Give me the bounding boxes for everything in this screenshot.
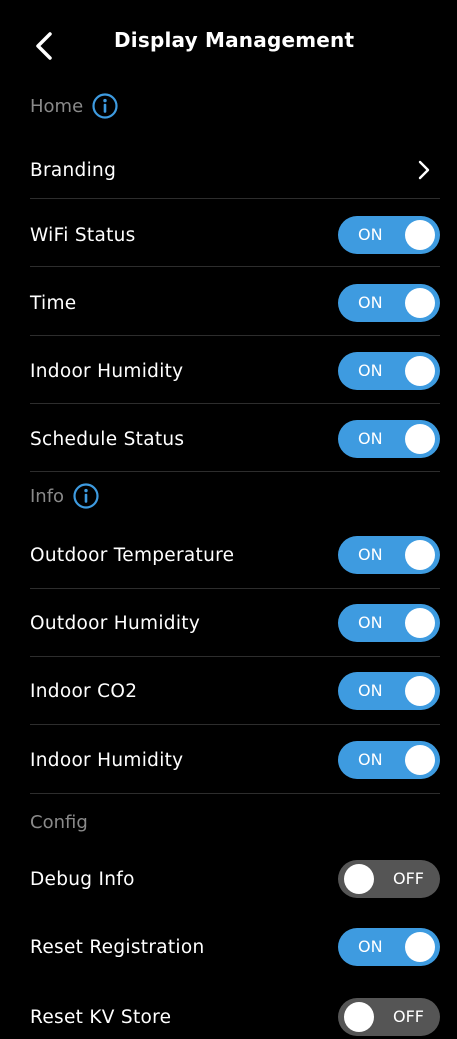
toggle-knob	[405, 608, 435, 638]
section-header-home: Home	[30, 86, 118, 126]
setting-label: Outdoor Temperature	[30, 544, 235, 566]
toggle-switch[interactable]: ON	[338, 284, 440, 322]
toggle-switch[interactable]: ON	[338, 672, 440, 710]
setting-label: Indoor CO2	[30, 680, 138, 702]
toggle-knob	[405, 676, 435, 706]
toggle-switch[interactable]: OFF	[338, 998, 440, 1036]
toggle-knob	[405, 932, 435, 962]
section-label-home: Home	[30, 95, 84, 117]
toggle-state: ON	[358, 681, 383, 700]
toggle-switch[interactable]: ON	[338, 536, 440, 574]
setting-label: Schedule Status	[30, 428, 185, 450]
toggle-knob	[344, 1002, 374, 1032]
toggle-state: ON	[358, 429, 383, 448]
toggle-switch[interactable]: ON	[338, 216, 440, 254]
divider	[30, 656, 440, 657]
chevron-right-icon[interactable]	[414, 159, 434, 181]
toggle-switch[interactable]: ON	[338, 352, 440, 390]
toggle-knob	[405, 356, 435, 386]
toggle-state: ON	[358, 545, 383, 564]
toggle-knob	[405, 424, 435, 454]
toggle-switch[interactable]: ON	[338, 604, 440, 642]
divider	[30, 471, 440, 472]
divider	[30, 335, 440, 336]
toggle-knob	[405, 220, 435, 250]
toggle-switch[interactable]: OFF	[338, 860, 440, 898]
toggle-switch[interactable]: ON	[338, 741, 440, 779]
chevron-left-icon	[36, 32, 52, 60]
divider	[30, 588, 440, 589]
branding-row[interactable]: Branding	[30, 150, 440, 190]
divider	[30, 403, 440, 404]
section-label-info: Info	[30, 485, 65, 507]
info-icon[interactable]	[92, 93, 118, 119]
setting-label: Debug Info	[30, 868, 135, 890]
setting-row-schedule-status: Schedule Status ON	[30, 417, 440, 461]
setting-label: Indoor Humidity	[30, 749, 184, 771]
section-header-info: Info	[30, 476, 99, 516]
setting-label: WiFi Status	[30, 224, 136, 246]
setting-row-indoor-co2: Indoor CO2 ON	[30, 669, 440, 713]
setting-row-indoor-humidity: Indoor Humidity ON	[30, 738, 440, 782]
setting-label: Outdoor Humidity	[30, 612, 201, 634]
branding-label: Branding	[30, 159, 117, 181]
setting-label: Indoor Humidity	[30, 360, 184, 382]
divider	[30, 198, 440, 199]
section-header-config: Config	[30, 802, 88, 842]
page-title: Display Management	[114, 28, 355, 52]
toggle-knob	[405, 745, 435, 775]
setting-row-outdoor-humidity: Outdoor Humidity ON	[30, 601, 440, 645]
setting-row-indoor-humidity: Indoor Humidity ON	[30, 349, 440, 393]
back-button[interactable]	[28, 26, 64, 66]
toggle-switch[interactable]: ON	[338, 420, 440, 458]
toggle-state: ON	[358, 293, 383, 312]
setting-label: Reset Registration	[30, 936, 205, 958]
setting-row-wifi-status: WiFi Status ON	[30, 213, 440, 257]
toggle-knob	[405, 540, 435, 570]
divider	[30, 266, 440, 267]
toggle-state: OFF	[393, 1007, 424, 1026]
toggle-state: ON	[358, 361, 383, 380]
toggle-state: ON	[358, 937, 383, 956]
divider	[30, 724, 440, 725]
toggle-state: ON	[358, 613, 383, 632]
toggle-state: OFF	[393, 869, 424, 888]
toggle-state: ON	[358, 750, 383, 769]
setting-row-outdoor-temperature: Outdoor Temperature ON	[30, 533, 440, 577]
info-icon[interactable]	[73, 483, 99, 509]
setting-row-reset-registration: Reset Registration ON	[30, 925, 440, 969]
setting-row-time: Time ON	[30, 281, 440, 325]
setting-label: Time	[30, 292, 77, 314]
toggle-knob	[344, 864, 374, 894]
toggle-state: ON	[358, 225, 383, 244]
setting-row-reset-kv-store: Reset KV Store OFF	[30, 995, 440, 1039]
toggle-knob	[405, 288, 435, 318]
divider	[30, 793, 440, 794]
setting-row-debug-info: Debug Info OFF	[30, 857, 440, 901]
toggle-switch[interactable]: ON	[338, 928, 440, 966]
header: Display Management	[0, 0, 457, 88]
setting-label: Reset KV Store	[30, 1006, 172, 1028]
section-label-config: Config	[30, 811, 88, 833]
